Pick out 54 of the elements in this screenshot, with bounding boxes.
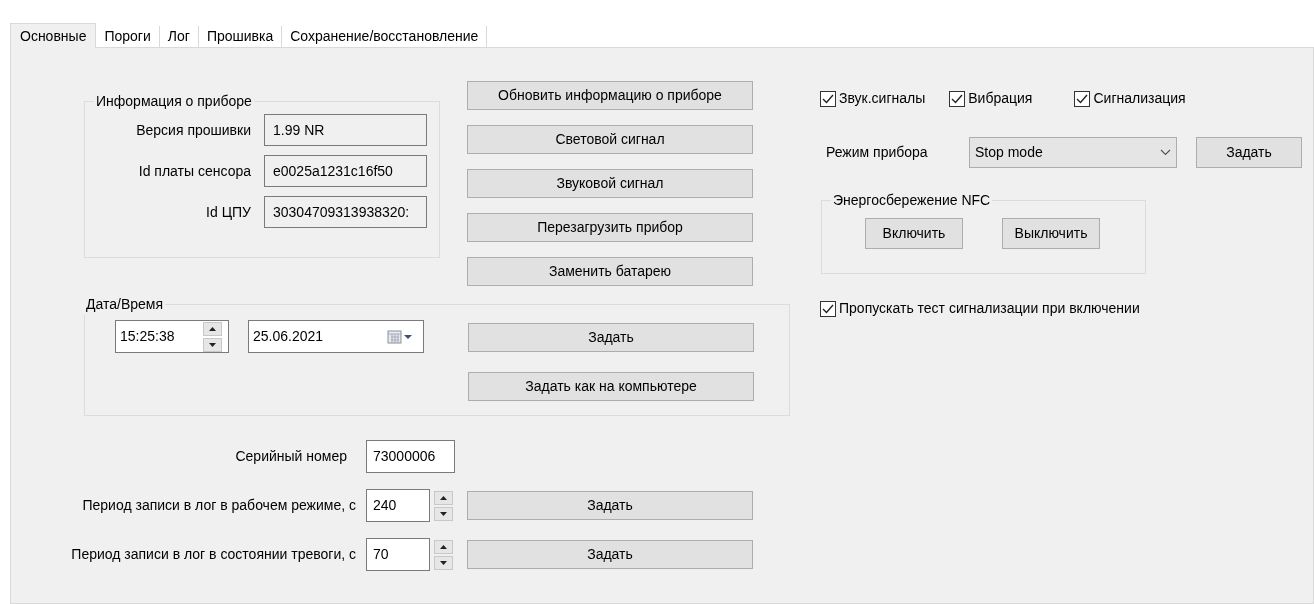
spin-down-button[interactable] [434, 555, 453, 570]
chevron-down-icon [1160, 149, 1171, 156]
spin-up-button[interactable] [434, 490, 453, 505]
checkbox-label: Пропускать тест сигнализации при включении [839, 299, 1140, 318]
field-label: Период записи в лог в рабочем режиме, с [81, 496, 356, 515]
push-button[interactable]: Заменить батарею [467, 257, 753, 286]
checkbox[interactable] [949, 90, 966, 107]
field-label: Период записи в лог в состоянии тревоги, с [70, 545, 356, 564]
group-title: Дата/Время [85, 295, 164, 314]
push-button[interactable]: Обновить информацию о приборе [467, 81, 753, 110]
triangle-down-icon [440, 511, 447, 516]
group-title: Энергосбережение NFC [832, 191, 992, 210]
readonly-field: 1.99 NR [264, 114, 427, 146]
checkbox[interactable] [1074, 90, 1091, 107]
readonly-field: e0025a1231c16f50 [264, 155, 427, 187]
push-button[interactable]: Задать [467, 491, 753, 520]
spin-up-button[interactable] [203, 321, 222, 336]
number-field[interactable]: 240 [366, 489, 430, 522]
push-button[interactable]: Звуковой сигнал [467, 169, 753, 198]
spin-down-button[interactable] [203, 337, 222, 352]
group-title: Информация о приборе [95, 92, 253, 111]
readonly-field: 30304709313938320: [264, 196, 427, 228]
push-button[interactable]: Задать как на компьютере [468, 372, 754, 401]
number-field[interactable]: 70 [366, 538, 430, 571]
spin-down-button[interactable] [434, 506, 453, 521]
push-button[interactable]: Световой сигнал [467, 125, 753, 154]
date-field[interactable]: 25.06.2021 [248, 320, 424, 353]
triangle-up-icon [209, 326, 216, 331]
push-button[interactable]: Задать [468, 323, 754, 352]
field-label: Id платы сенсора [137, 161, 252, 181]
push-button[interactable]: Включить [865, 218, 963, 249]
field-label: Режим прибора [826, 143, 929, 162]
spin-up-button[interactable] [434, 539, 453, 554]
field-label: Серийный номер [234, 447, 348, 466]
triangle-down-icon [209, 342, 216, 347]
serial-field[interactable]: 73000006 [366, 440, 455, 473]
checkbox[interactable] [820, 90, 836, 107]
tab[interactable]: Основные [10, 23, 97, 48]
push-button[interactable]: Задать [1196, 137, 1302, 168]
push-button[interactable]: Задать [467, 540, 753, 569]
triangle-down-icon [440, 560, 447, 565]
triangle-up-icon [440, 495, 447, 500]
push-button[interactable]: Перезагрузить прибор [467, 213, 753, 242]
mode-dropdown[interactable]: Stop mode [969, 137, 1177, 168]
checkbox-label: Звук.сигналы [839, 89, 926, 108]
checkbox-label: Сигнализация [1093, 89, 1186, 108]
field-label: Id ЦПУ [205, 202, 252, 222]
field-label: Версия прошивки [135, 120, 252, 140]
checkbox-label: Вибрация [968, 89, 1033, 108]
triangle-up-icon [440, 544, 447, 549]
calendar-dropdown-icon[interactable] [387, 328, 415, 345]
time-field[interactable]: 15:25:38 [115, 320, 229, 353]
checkbox[interactable] [820, 300, 836, 317]
push-button[interactable]: Выключить [1002, 218, 1100, 249]
